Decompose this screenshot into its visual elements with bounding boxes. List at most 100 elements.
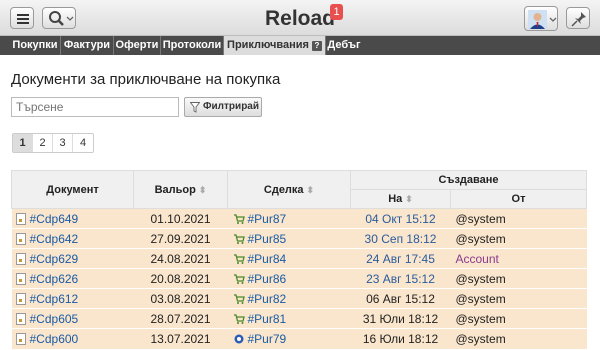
created-by[interactable]: @system bbox=[456, 232, 506, 246]
tab-debug[interactable]: Дебъг bbox=[326, 36, 362, 55]
cell-value-date: 20.08.2021 bbox=[133, 268, 228, 289]
cell-deal: #Pur85 bbox=[227, 228, 351, 249]
pin-icon bbox=[571, 12, 586, 27]
cell-created-on: 24 Авг 17:45 bbox=[350, 248, 451, 269]
col-created: Създаване bbox=[350, 170, 587, 190]
cell-created-from: @system bbox=[450, 328, 587, 349]
cell-created-on: 30 Сеп 18:12 bbox=[350, 228, 451, 249]
cell-document: #Cdp612 bbox=[11, 288, 134, 309]
deal-link[interactable]: #Pur87 bbox=[248, 212, 287, 226]
table-row: #Cdp600 13.07.2021 #Pur79 16 Юли 18:12 @syst… bbox=[11, 328, 587, 349]
created-date: 16 Юли 18:12 bbox=[362, 331, 439, 346]
deal-link[interactable]: #Pur82 bbox=[248, 292, 287, 306]
cell-created-from: @system bbox=[450, 288, 587, 309]
deal-link[interactable]: #Pur86 bbox=[248, 272, 287, 286]
created-date: 24 Авг 17:45 bbox=[366, 251, 435, 266]
cell-created-on: 23 Авг 15:12 bbox=[350, 268, 451, 289]
document-link[interactable]: #Cdp612 bbox=[30, 292, 79, 306]
cell-value-date: 28.07.2021 bbox=[133, 308, 228, 329]
col-deal[interactable]: Сделка ⬍ bbox=[227, 170, 351, 209]
filter-icon bbox=[190, 102, 200, 113]
cell-deal: #Pur86 bbox=[227, 268, 351, 289]
deal-link[interactable]: #Pur81 bbox=[248, 312, 287, 326]
table-row: #Cdp612 03.08.2021 #Pur82 06 Авг 15:12 @syst… bbox=[11, 288, 587, 309]
created-by[interactable]: @system bbox=[456, 292, 506, 306]
pin-button[interactable] bbox=[566, 7, 590, 29]
cell-value-date: 27.09.2021 bbox=[133, 228, 228, 249]
pagination: 1 2 3 4 bbox=[12, 133, 94, 153]
table-row: #Cdp629 24.08.2021 #Pur84 24 Авг 17:45 Accou… bbox=[11, 248, 587, 269]
document-link[interactable]: #Cdp642 bbox=[30, 232, 79, 246]
documents-table: Документ Вальор ⬍ Сделка ⬍ Създаване На ⬍ О… bbox=[11, 170, 587, 349]
table-row: #Cdp649 01.10.2021 #Pur87 04 Окт 15:12 @syst… bbox=[11, 208, 587, 229]
cell-document: #Cdp649 bbox=[11, 208, 134, 229]
document-icon bbox=[15, 292, 26, 305]
cart-icon bbox=[233, 213, 245, 224]
col-from[interactable]: От bbox=[450, 189, 587, 209]
created-by[interactable]: @system bbox=[456, 332, 506, 346]
tab-protocols[interactable]: Протоколи bbox=[161, 36, 224, 55]
cart-icon bbox=[233, 273, 245, 284]
document-icon bbox=[15, 332, 26, 345]
app-title: Reload bbox=[264, 7, 335, 30]
cart-icon bbox=[233, 313, 245, 324]
cell-document: #Cdp642 bbox=[11, 228, 134, 249]
created-by[interactable]: @system bbox=[456, 272, 506, 286]
deal-link[interactable]: #Pur85 bbox=[248, 232, 287, 246]
document-icon bbox=[15, 272, 26, 285]
col-value-date[interactable]: Вальор ⬍ bbox=[133, 170, 228, 209]
sort-icon: ⬍ bbox=[306, 184, 315, 195]
notification-badge[interactable]: 1 bbox=[330, 4, 343, 20]
col-document[interactable]: Документ bbox=[11, 170, 134, 209]
cart-icon bbox=[233, 293, 245, 304]
cell-deal: #Pur84 bbox=[227, 248, 351, 269]
sort-icon: ⬍ bbox=[198, 184, 207, 195]
document-link[interactable]: #Cdp629 bbox=[30, 252, 79, 266]
cell-value-date: 01.10.2021 bbox=[133, 208, 228, 229]
tab-closings[interactable]: Приключвания? bbox=[224, 36, 326, 55]
deal-link[interactable]: #Pur79 bbox=[248, 332, 287, 346]
created-by[interactable]: @system bbox=[456, 212, 506, 226]
created-date: 30 Сеп 18:12 bbox=[364, 231, 437, 246]
cell-deal: #Pur79 bbox=[227, 328, 351, 349]
user-menu-button[interactable] bbox=[524, 6, 558, 31]
page-4[interactable]: 4 bbox=[73, 134, 93, 152]
nav-bar: Покупки Фактури Оферти Протоколи Приключ… bbox=[0, 36, 600, 55]
help-icon[interactable]: ? bbox=[311, 41, 322, 51]
tab-invoices[interactable]: Фактури bbox=[61, 36, 114, 55]
table-row: #Cdp605 28.07.2021 #Pur81 31 Юли 18:12 @syst… bbox=[11, 308, 587, 329]
cell-value-date: 24.08.2021 bbox=[133, 248, 228, 269]
tab-offers[interactable]: Оферти bbox=[114, 36, 161, 55]
cell-value-date: 03.08.2021 bbox=[133, 288, 228, 309]
cell-document: #Cdp605 bbox=[11, 308, 134, 329]
document-link[interactable]: #Cdp600 bbox=[30, 332, 79, 346]
cell-created-on: 16 Юли 18:12 bbox=[350, 328, 451, 349]
cell-created-on: 04 Окт 15:12 bbox=[350, 208, 451, 229]
table-row: #Cdp642 27.09.2021 #Pur85 30 Сеп 18:12 @syst… bbox=[11, 228, 587, 249]
cell-created-on: 06 Авг 15:12 bbox=[350, 288, 451, 309]
cell-created-from: @system bbox=[450, 228, 587, 249]
tab-purchases[interactable]: Покупки bbox=[10, 36, 61, 55]
filter-button[interactable]: Филтрирай bbox=[184, 97, 262, 117]
page-1[interactable]: 1 bbox=[13, 134, 33, 152]
deal-link[interactable]: #Pur84 bbox=[248, 252, 287, 266]
cell-document: #Cdp600 bbox=[11, 328, 134, 349]
page-2[interactable]: 2 bbox=[33, 134, 53, 152]
cell-created-from: @system bbox=[450, 268, 587, 289]
document-link[interactable]: #Cdp649 bbox=[30, 212, 79, 226]
created-date: 06 Авг 15:12 bbox=[366, 291, 435, 306]
cart-icon bbox=[233, 253, 245, 264]
document-link[interactable]: #Cdp626 bbox=[30, 272, 79, 286]
document-icon bbox=[15, 312, 26, 325]
created-by[interactable]: Account bbox=[456, 252, 499, 266]
tab-closings-label: Приключвания bbox=[227, 39, 309, 51]
document-icon bbox=[15, 252, 26, 265]
avatar-icon bbox=[528, 10, 557, 29]
document-link[interactable]: #Cdp605 bbox=[30, 312, 79, 326]
cell-created-on: 31 Юли 18:12 bbox=[350, 308, 451, 329]
page-3[interactable]: 3 bbox=[53, 134, 73, 152]
col-on[interactable]: На ⬍ bbox=[350, 189, 451, 209]
search-input[interactable] bbox=[11, 97, 179, 117]
created-by[interactable]: @system bbox=[456, 312, 506, 326]
top-bar: Reload 1 bbox=[0, 0, 600, 36]
